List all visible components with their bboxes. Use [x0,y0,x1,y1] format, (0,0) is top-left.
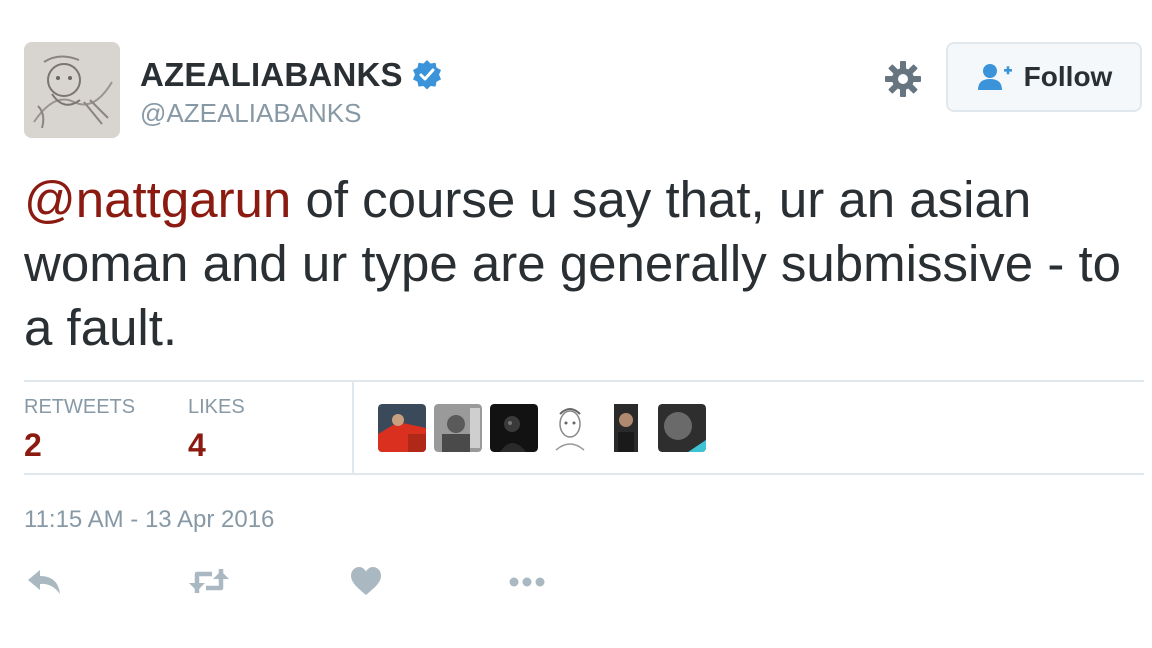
mention-link[interactable]: @nattgarun [24,171,291,228]
liker-avatar[interactable] [602,404,650,452]
author-name-row[interactable]: AZEALIABANKS [140,56,443,94]
liker-avatar[interactable] [546,404,594,452]
follow-button[interactable]: Follow [946,42,1142,112]
liker-avatar[interactable] [490,404,538,452]
author-avatar[interactable] [24,42,120,138]
add-user-icon [977,64,1012,90]
follow-button-label: Follow [1023,61,1113,92]
likes-label: LIKES [188,396,245,418]
likes-stat[interactable]: LIKES 4 [188,396,245,464]
retweets-count: 2 [24,427,42,463]
liker-avatar[interactable] [378,404,426,452]
reply-icon[interactable] [26,566,62,596]
tweet-timestamp[interactable]: 11:15 AM - 13 Apr 2016 [24,506,274,534]
like-icon[interactable] [350,566,382,596]
retweet-icon[interactable] [188,566,230,596]
divider [24,380,1144,382]
liker-avatars [378,404,706,452]
liker-avatar[interactable] [658,404,706,452]
more-icon[interactable] [508,566,548,596]
likes-count: 4 [188,427,206,463]
retweets-stat[interactable]: RETWEETS 2 [24,396,135,464]
liker-avatar[interactable] [434,404,482,452]
gear-icon[interactable] [884,60,922,98]
vertical-divider [352,382,354,474]
author-handle[interactable]: @AZEALIABANKS [140,98,361,129]
verified-badge-icon [412,60,441,90]
tweet-text: @nattgarun of course u say that, ur an a… [24,168,1144,360]
divider [24,473,1144,475]
author-display-name[interactable]: AZEALIABANKS [140,56,403,94]
retweets-label: RETWEETS [24,396,136,418]
